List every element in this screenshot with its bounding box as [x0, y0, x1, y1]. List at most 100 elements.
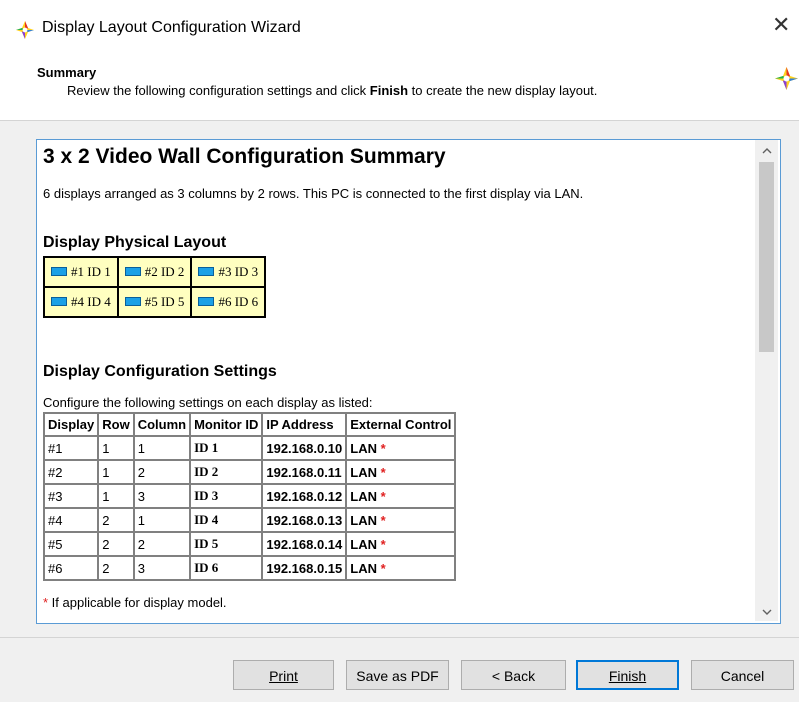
layout-cell-label: #3 ID 3	[218, 264, 259, 279]
step-description-pre: Review the following configuration setti…	[67, 83, 370, 98]
cell-row: 2	[97, 555, 135, 581]
physical-layout-grid: #1 ID 1 #2 ID 2 #3 ID 3 #4 ID 4 #5 ID 5 …	[43, 256, 267, 318]
cell-ip: 192.168.0.13	[261, 507, 348, 533]
footnote-text: If applicable for display model.	[48, 595, 227, 610]
layout-cell-label: #4 ID 4	[71, 294, 111, 309]
layout-cell-label: #5 ID 5	[144, 294, 185, 309]
cell-row: 1	[97, 435, 135, 461]
cell-monitor-id: ID 2	[189, 459, 264, 485]
layout-cell: #6 ID 6	[190, 286, 267, 318]
cell-column: 2	[132, 531, 192, 557]
back-label: < Back	[491, 668, 536, 684]
cell-row: 2	[97, 507, 135, 533]
step-description-post: to create the new display layout.	[408, 83, 598, 98]
table-header-row: Display Row Column Monitor ID IP Address…	[42, 412, 457, 437]
save-as-pdf-label: Save as PDF	[356, 668, 439, 684]
step-description: Review the following configuration setti…	[67, 83, 597, 98]
asterisk-mark: *	[380, 560, 386, 576]
summary-report[interactable]: 3 x 2 Video Wall Configuration Summary 6…	[36, 139, 781, 624]
cell-row: 1	[97, 483, 135, 509]
cell-display: #3	[42, 483, 100, 509]
step-heading: Summary	[37, 65, 97, 80]
finish-button[interactable]: Finish	[576, 660, 679, 690]
cell-monitor-id: ID 5	[189, 531, 264, 557]
control-value: LAN	[350, 536, 377, 552]
cell-column: 2	[132, 459, 192, 485]
report-description: 6 displays arranged as 3 columns by 2 ro…	[43, 186, 584, 201]
window-title: Display Layout Configuration Wizard	[42, 19, 301, 36]
cell-ip: 192.168.0.10	[261, 435, 348, 461]
asterisk-mark: *	[380, 440, 386, 456]
monitor-icon	[124, 266, 141, 276]
back-button[interactable]: < Back	[461, 660, 566, 690]
table-row: #3 1 3 ID 3 192.168.0.12 LAN *	[42, 483, 457, 509]
title-bar: Display Layout Configuration Wizard ✕	[0, 0, 799, 58]
cell-column: 3	[132, 555, 192, 581]
table-row: #5 2 2 ID 5 192.168.0.14 LAN *	[42, 531, 457, 557]
scroll-thumb[interactable]	[759, 162, 774, 352]
vertical-scrollbar[interactable]	[755, 140, 778, 621]
layout-heading: Display Physical Layout	[43, 234, 227, 251]
control-value: LAN	[350, 464, 377, 480]
cell-ip: 192.168.0.14	[261, 531, 348, 557]
layout-cell: #5 ID 5	[116, 286, 193, 318]
scroll-down-arrow-icon[interactable]	[755, 601, 778, 621]
cancel-button[interactable]: Cancel	[691, 660, 794, 690]
asterisk-mark: *	[380, 488, 386, 504]
print-button[interactable]: Print	[233, 660, 334, 690]
column-header: Monitor ID	[189, 412, 264, 437]
layout-cell-label: #1 ID 1	[71, 264, 111, 279]
table-row: #1 1 1 ID 1 192.168.0.10 LAN *	[42, 435, 457, 461]
monitor-icon	[51, 266, 67, 276]
cell-row: 1	[97, 459, 135, 485]
cell-display: #2	[42, 459, 100, 485]
control-value: LAN	[350, 560, 377, 576]
cancel-label: Cancel	[720, 668, 765, 684]
table-row: #6 2 3 ID 6 192.168.0.15 LAN *	[42, 555, 457, 581]
control-value: LAN	[350, 512, 377, 528]
cell-ip: 192.168.0.11	[261, 459, 348, 485]
cell-display: #5	[42, 531, 100, 557]
cell-display: #4	[42, 507, 100, 533]
finish-label: Finish	[608, 668, 647, 684]
asterisk-mark: *	[380, 512, 386, 528]
layout-cell: #2 ID 2	[116, 256, 193, 288]
cell-control: LAN *	[345, 555, 457, 581]
column-header: Column	[132, 412, 192, 437]
asterisk-mark: *	[380, 536, 386, 552]
cell-display: #6	[42, 555, 100, 581]
close-icon[interactable]: ✕	[772, 14, 790, 36]
layout-cell-label: #2 ID 2	[144, 264, 185, 279]
cell-ip: 192.168.0.12	[261, 483, 348, 509]
cell-control: LAN *	[345, 459, 457, 485]
cell-control: LAN *	[345, 531, 457, 557]
cell-column: 1	[132, 507, 192, 533]
layout-row: #4 ID 4 #5 ID 5 #6 ID 6	[43, 286, 267, 318]
column-header: Row	[97, 412, 135, 437]
layout-cell-label: #6 ID 6	[218, 294, 259, 309]
cell-monitor-id: ID 6	[189, 555, 264, 581]
step-description-bold: Finish	[369, 83, 409, 98]
scroll-up-arrow-icon[interactable]	[755, 140, 778, 160]
table-row: #2 1 2 ID 2 192.168.0.11 LAN *	[42, 459, 457, 485]
column-header: Display	[42, 412, 100, 437]
monitor-icon	[51, 296, 67, 306]
config-table: Display Row Column Monitor ID IP Address…	[42, 412, 457, 581]
column-header: External Control	[345, 412, 457, 437]
control-value: LAN	[350, 440, 377, 456]
cell-row: 2	[97, 531, 135, 557]
monitor-icon	[198, 296, 215, 306]
monitor-icon	[124, 296, 141, 306]
cell-monitor-id: ID 1	[189, 435, 264, 461]
layout-cell: #1 ID 1	[43, 256, 119, 288]
table-row: #4 2 1 ID 4 192.168.0.13 LAN *	[42, 507, 457, 533]
color-wheel-icon	[775, 67, 798, 90]
cell-ip: 192.168.0.15	[261, 555, 348, 581]
cell-monitor-id: ID 4	[189, 507, 264, 533]
layout-cell: #4 ID 4	[43, 286, 119, 318]
cell-control: LAN *	[345, 435, 457, 461]
report-title: 3 x 2 Video Wall Configuration Summary	[43, 145, 446, 168]
cell-control: LAN *	[345, 507, 457, 533]
control-value: LAN	[350, 488, 377, 504]
save-as-pdf-button[interactable]: Save as PDF	[346, 660, 449, 690]
